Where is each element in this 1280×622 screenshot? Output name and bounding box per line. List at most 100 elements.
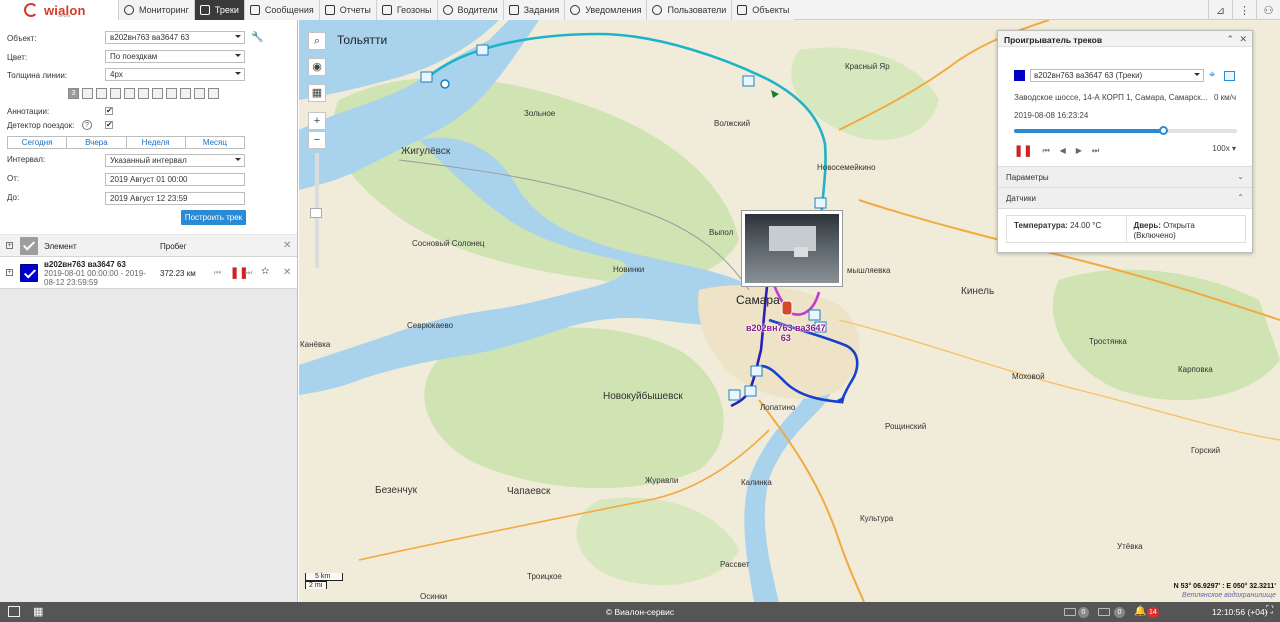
close-all-icon[interactable]: ✕ [283, 240, 291, 251]
menu-item-monitoring[interactable]: Мониторинг [118, 0, 194, 20]
tab-today[interactable]: Сегодня [8, 137, 68, 148]
map-visibility-button[interactable]: ◉ [308, 58, 326, 76]
pause-icon[interactable]: ❚❚ [1014, 144, 1032, 157]
map-label: Волжский [714, 119, 751, 128]
mail-status-icon[interactable] [1098, 608, 1110, 616]
forest-area [576, 497, 739, 586]
build-track-button[interactable]: Построить трек [181, 210, 246, 225]
photo-icon[interactable] [1224, 71, 1235, 81]
arrow-icon[interactable] [208, 88, 219, 99]
video-icon[interactable] [166, 88, 177, 99]
flag-icon[interactable] [138, 88, 149, 99]
parameters-section[interactable]: Параметры ⌄ [998, 167, 1252, 188]
chevron-down-icon [235, 158, 241, 164]
close-icon[interactable]: ✕ [1239, 34, 1247, 45]
rewind-icon[interactable]: ⏮ [214, 268, 221, 278]
photo-preview-popup[interactable] [741, 210, 843, 287]
menu-label: Треки [214, 5, 239, 15]
trip-detector-checkbox[interactable]: ✔ [105, 121, 113, 129]
track-unit-name: в202вн763 ва3647 63 [44, 260, 126, 269]
map-view[interactable]: Тольятти Жигулёвск Зольное Красный Яр Во… [299, 20, 1280, 602]
unit-map-label: в202вн763 ва3647 63 [746, 323, 825, 343]
to-date-input[interactable]: 2019 Август 12 23:59 [105, 192, 245, 205]
menu-item-drivers[interactable]: Водители [436, 0, 503, 20]
ruler-icon[interactable]: ⊿ [1208, 0, 1232, 20]
tab-month[interactable]: Месяц [186, 137, 244, 148]
object-select[interactable]: в202вн763 ва3647 63 [105, 31, 245, 44]
fuel-icon[interactable] [124, 88, 135, 99]
line-width-select[interactable]: 4px [105, 68, 245, 81]
events-icon[interactable] [110, 88, 121, 99]
menu-item-users[interactable]: Пользователи [646, 0, 732, 20]
status-bar: ▦ © Виалон-сервис 0 0 🔔 14 12:10:56 (+04… [0, 602, 1280, 622]
image-icon[interactable] [152, 88, 163, 99]
forward-icon[interactable]: ⏭ [245, 268, 252, 278]
menu-item-tracks[interactable]: Треки [193, 0, 244, 20]
messages-status-icon[interactable] [1064, 608, 1076, 616]
speed-icon[interactable] [194, 88, 205, 99]
help-icon[interactable]: ? [82, 120, 92, 130]
map-icon: ▦ [311, 87, 323, 99]
map-layers-button[interactable]: ▦ [308, 84, 326, 102]
menu-item-reports[interactable]: Отчеты [318, 0, 376, 20]
skip-to-end-icon[interactable]: ⏭ [1092, 146, 1099, 156]
color-value: По поездкам [110, 52, 158, 61]
annotations-checkbox[interactable]: ✔ [105, 107, 113, 115]
menu-item-units[interactable]: Объекты [731, 0, 795, 20]
map-search-button[interactable]: ⌕ [308, 32, 326, 50]
delete-track-icon[interactable]: ✕ [283, 267, 291, 278]
playback-timeline[interactable] [1014, 126, 1237, 135]
sensors-section[interactable]: Датчики ⌃ [998, 188, 1252, 209]
photo-marker-icon [476, 44, 489, 56]
tab-week[interactable]: Неделя [127, 137, 186, 148]
zoom-out-button[interactable]: − [308, 131, 326, 149]
map-label-city: Самара [736, 293, 780, 307]
markers-icon[interactable] [82, 88, 93, 99]
interval-label: Интервал: [7, 155, 46, 164]
step-forward-icon[interactable]: ▶ [1076, 146, 1082, 155]
current-time: 2019-08-08 16:23:24 [1014, 111, 1089, 120]
wialon-logo[interactable]: wialon service [0, 0, 118, 20]
menu-label: Водители [457, 5, 498, 15]
more-icon[interactable]: ⋮ [1232, 0, 1256, 20]
menu-item-tasks[interactable]: Задания [502, 0, 565, 20]
map-label-city: Жигулёвск [401, 146, 451, 157]
zoom-slider-handle[interactable] [310, 208, 322, 218]
menu-item-messages[interactable]: Сообщения [243, 0, 319, 20]
step-back-icon[interactable]: ◀ [1060, 146, 1066, 155]
playback-handle[interactable] [1159, 126, 1169, 135]
parking-icon[interactable] [180, 88, 191, 99]
bell-icon[interactable]: 🔔 [1134, 606, 1146, 617]
expand-all-icon[interactable]: + [6, 242, 13, 249]
map-label: Рощинский [885, 422, 927, 431]
map-label-city: Новокуйбышевск [603, 391, 683, 402]
tab-yesterday[interactable]: Вчера [67, 137, 127, 148]
expand-row-icon[interactable]: + [6, 269, 13, 276]
geofence-track-icon[interactable]: ✫ [261, 266, 269, 277]
row-checkbox[interactable] [20, 264, 38, 282]
from-date-input[interactable]: 2019 Август 01 00:00 [105, 173, 245, 186]
collapse-icon[interactable]: ⌃ [1226, 34, 1234, 45]
playback-speed-select[interactable]: 100x ▾ [1212, 144, 1236, 153]
main-menu: Мониторинг Треки Сообщения Отчеты Геозон… [118, 0, 795, 20]
skip-to-start-icon[interactable]: ⏮ [1042, 146, 1049, 156]
server-clock: 12:10:56 (+04) [1212, 607, 1268, 617]
locate-icon[interactable]: ⌖ [1209, 69, 1215, 82]
count-icon[interactable]: 3 [68, 88, 79, 99]
fullscreen-icon[interactable]: ⛶ [1266, 605, 1273, 616]
select-all-checkbox[interactable] [20, 237, 38, 255]
menu-item-notifications[interactable]: Уведомления [564, 0, 647, 20]
chevron-down-icon [235, 72, 241, 78]
map-label: Троицкое [527, 572, 562, 581]
geofence-icon [381, 5, 392, 15]
trash-icon[interactable] [96, 88, 107, 99]
color-select[interactable]: По поездкам [105, 50, 245, 63]
map-label: Рассвет [720, 560, 750, 569]
player-unit-select[interactable]: в202вн763 ва3647 63 (Треки) [1030, 69, 1204, 82]
zoom-in-button[interactable]: + [308, 112, 326, 130]
account-icon[interactable]: ⚇ [1256, 0, 1280, 20]
wrench-icon[interactable]: 🔧 [251, 32, 263, 43]
menu-item-geofences[interactable]: Геозоны [375, 0, 437, 20]
sensor-temperature: Температура: 24.00 °C [1007, 216, 1127, 242]
interval-select[interactable]: Указанный интервал [105, 154, 245, 167]
